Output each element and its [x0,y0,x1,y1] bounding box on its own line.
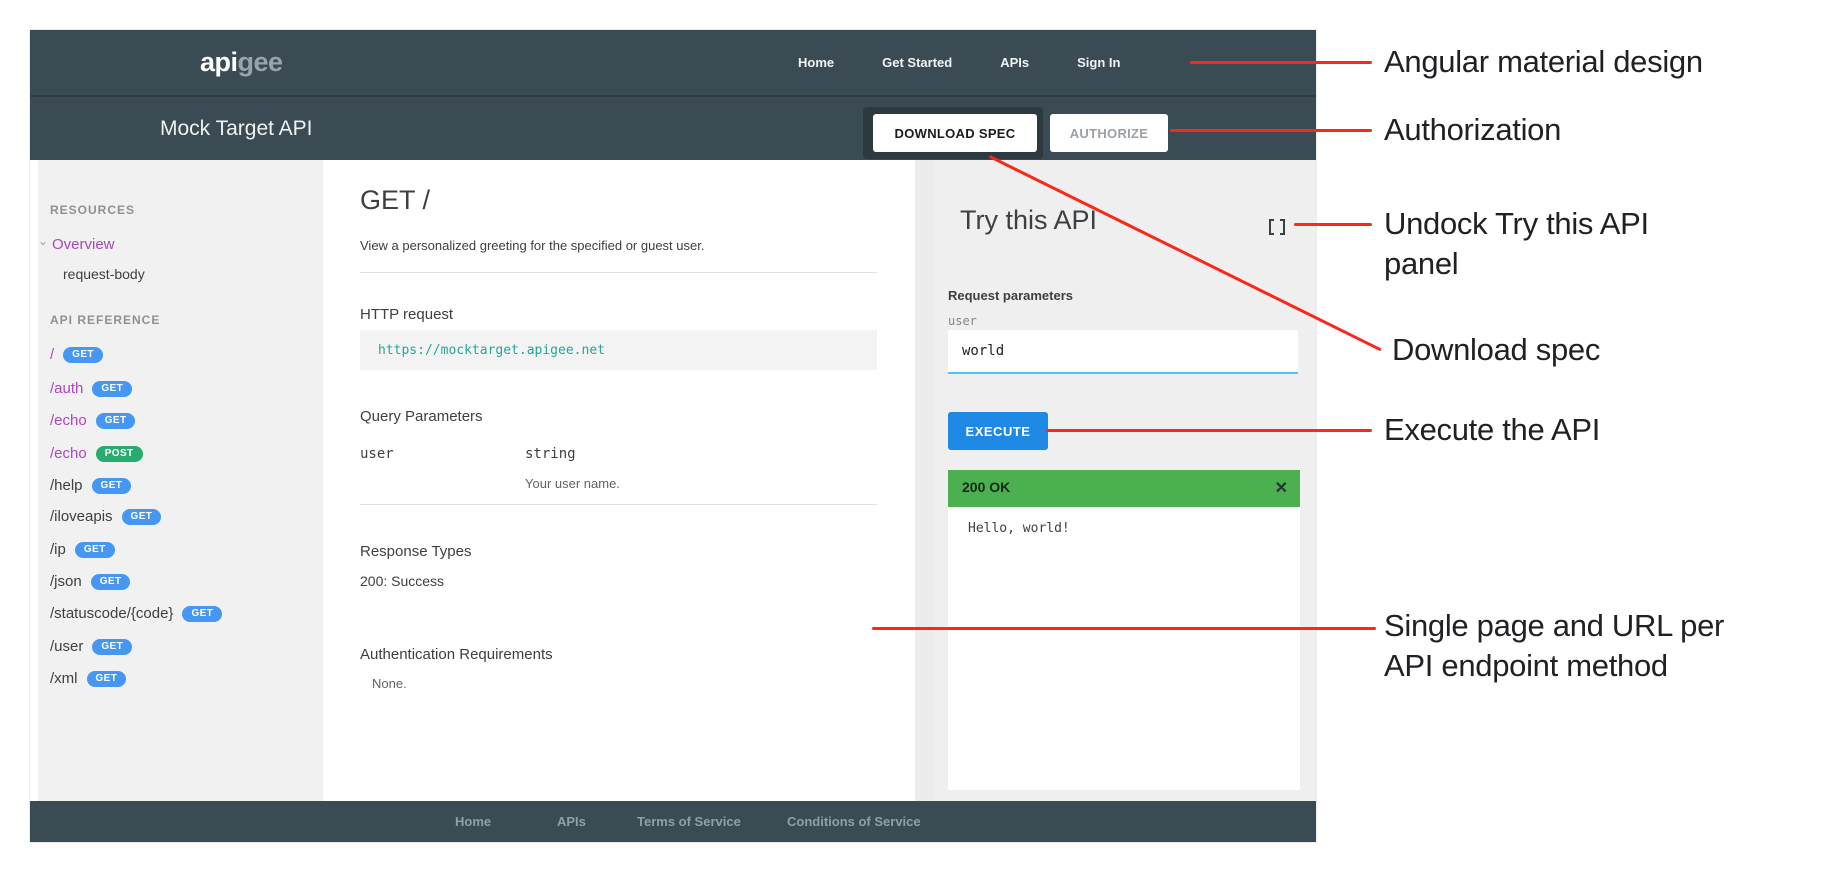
method-badge-get: GET [122,509,162,525]
method-badge-get: GET [182,606,222,622]
annotation-download-spec: Download spec [1392,332,1600,368]
endpoint-link[interactable]: /iloveapis [50,508,113,525]
footer-bar: Home APIs Terms of Service Conditions of… [30,801,1316,842]
annotation-angular-material: Angular material design [1384,44,1703,80]
auth-requirements-heading: Authentication Requirements [360,646,553,663]
sidebar-endpoint-row: /ip GET [50,541,115,559]
execute-button[interactable]: EXECUTE [948,412,1048,450]
endpoint-link[interactable]: /ip [50,541,66,558]
endpoint-link[interactable]: /user [50,638,83,655]
param-type: string [525,446,576,462]
apigee-logo[interactable]: apigee [200,30,283,95]
sidebar-item-request-body[interactable]: request-body [63,266,145,282]
annotation-single-page-line2: API endpoint method [1384,648,1668,684]
endpoint-link[interactable]: /help [50,477,83,494]
request-parameters-label: Request parameters [948,288,1073,303]
logo-text-gee: gee [238,47,283,77]
annotation-line-authorization [1170,129,1372,132]
nav-item-get-started[interactable]: Get Started [882,55,952,70]
sidebar-endpoint-row: /json GET [50,573,130,591]
footer-link-home[interactable]: Home [455,814,491,829]
sidebar-endpoint-row: /help GET [50,477,131,495]
nav-item-apis[interactable]: APIs [1000,55,1029,70]
apigee-portal-window: apigee Home Get Started APIs Sign In Moc… [30,30,1316,842]
endpoint-link[interactable]: /xml [50,670,78,687]
download-spec-button[interactable]: DOWNLOAD SPEC [873,114,1037,152]
response-status-text: 200 OK [962,479,1010,495]
sidebar-endpoint-row: /xml GET [50,670,126,688]
http-request-url-block: https://mocktarget.apigee.net [360,330,877,370]
param-name: user [360,446,394,462]
method-description: View a personalized greeting for the spe… [360,238,704,253]
endpoint-link[interactable]: /echo [50,445,87,462]
method-badge-post: POST [96,446,143,462]
authorize-button[interactable]: AUTHORIZE [1050,114,1168,152]
api-header-bar: Mock Target API DOWNLOAD SPEC AUTHORIZE [30,95,1316,160]
api-reference-heading: API REFERENCE [50,313,160,327]
annotation-undock-line2: panel [1384,246,1458,282]
annotation-execute-api: Execute the API [1384,412,1600,448]
user-field-label: user [948,314,977,328]
divider [360,504,877,505]
sidebar-item-overview[interactable]: Overview [52,236,115,253]
annotation-line-execute [1046,429,1372,432]
divider [360,272,877,273]
annotation-line-undock [1294,223,1372,226]
annotation-authorization: Authorization [1384,112,1561,148]
http-request-url: https://mocktarget.apigee.net [378,343,605,358]
method-page-title: GET / [360,185,430,216]
user-field-input[interactable] [948,330,1298,374]
method-badge-get: GET [63,347,103,363]
sidebar-endpoint-row: /echo GET [50,412,135,430]
response-status-bar: 200 OK ✕ [948,470,1300,507]
api-title: Mock Target API [160,97,313,160]
column-divider [915,160,933,801]
sidebar-endpoint-row: /iloveapis GET [50,508,161,526]
try-panel-title: Try this API [960,205,1097,236]
method-badge-get: GET [96,413,136,429]
method-badge-get: GET [75,542,115,558]
footer-link-apis[interactable]: APIs [557,814,586,829]
endpoint-link[interactable]: / [50,346,54,363]
response-types-heading: Response Types [360,543,471,560]
annotation-line-angular [1190,61,1372,64]
sidebar-endpoint-row: /user GET [50,638,132,656]
resources-heading: RESOURCES [50,203,135,217]
query-parameters-heading: Query Parameters [360,408,483,425]
method-badge-get: GET [92,639,132,655]
endpoint-link[interactable]: /json [50,573,82,590]
annotation-undock-line1: Undock Try this API [1384,206,1649,242]
endpoint-link[interactable]: /statuscode/{code} [50,605,173,622]
method-badge-get: GET [92,478,132,494]
annotation-line-single-page [872,627,1376,630]
page: apigee Home Get Started APIs Sign In Moc… [0,0,1848,880]
annotation-single-page-line1: Single page and URL per [1384,608,1724,644]
endpoint-link[interactable]: /auth [50,380,83,397]
param-description: Your user name. [525,476,620,491]
close-response-icon[interactable]: ✕ [1275,478,1288,498]
response-type-value: 200: Success [360,573,444,589]
top-navbar: apigee Home Get Started APIs Sign In [30,30,1316,95]
logo-text-api: api [200,47,238,77]
navbar-links: Home Get Started APIs Sign In [798,30,1120,95]
nav-item-sign-in[interactable]: Sign In [1077,55,1120,70]
footer-link-conditions[interactable]: Conditions of Service [787,814,921,829]
sidebar-endpoint-row: /statuscode/{code} GET [50,605,222,623]
undock-panel-icon[interactable] [1268,218,1286,236]
sidebar-endpoint-row: /auth GET [50,380,132,398]
nav-item-home[interactable]: Home [798,55,834,70]
http-request-heading: HTTP request [360,306,453,323]
method-badge-get: GET [91,574,131,590]
sidebar-endpoint-row: / GET [50,346,103,364]
sidebar-endpoint-row: /echo POST [50,445,143,463]
endpoint-link[interactable]: /echo [50,412,87,429]
method-badge-get: GET [87,671,127,687]
response-body-box: Hello, world! [948,507,1300,790]
footer-link-terms[interactable]: Terms of Service [637,814,741,829]
method-badge-get: GET [92,381,132,397]
auth-requirements-value: None. [372,676,407,691]
response-body-text: Hello, world! [968,521,1070,536]
overview-collapse-caret[interactable]: ⌄ [38,234,48,248]
